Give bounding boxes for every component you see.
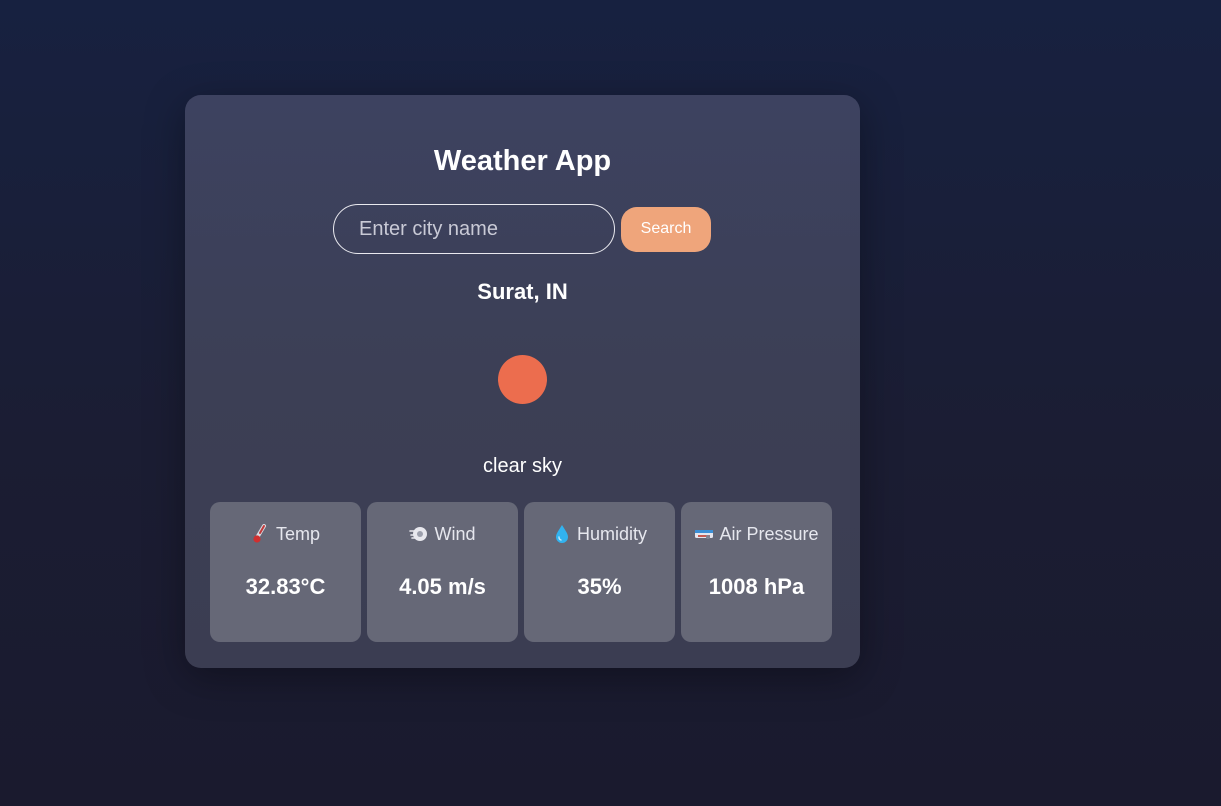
search-button[interactable]: Search	[621, 206, 711, 252]
stat-header: Temp	[210, 523, 361, 545]
sun-icon	[498, 355, 547, 404]
stat-label: Humidity	[576, 524, 647, 544]
thermometer-icon	[251, 524, 271, 544]
droplet-icon	[552, 524, 572, 544]
stat-value: 1008 hPa	[708, 574, 805, 599]
stat-label: Temp	[275, 524, 320, 544]
gauge-icon	[694, 524, 714, 544]
stat-header: Wind	[367, 523, 518, 545]
stat-header: Humidity	[524, 523, 675, 545]
stat-card-wind: Wind 4.05 m/s	[367, 502, 518, 642]
stat-label: Air Pressure	[719, 524, 819, 544]
location-name: Surat, IN	[477, 279, 568, 304]
wind-icon	[409, 524, 429, 544]
stat-value: 32.83°C	[245, 574, 326, 599]
city-search-input[interactable]	[333, 204, 615, 254]
stats-row: Temp 32.83°C Wind 4.05 m/s Humidity 35% …	[210, 502, 832, 642]
stat-card-humidity: Humidity 35%	[524, 502, 675, 642]
stat-header: Air Pressure	[681, 523, 832, 545]
search-bar: Search	[333, 204, 711, 254]
stat-value: 4.05 m/s	[399, 574, 486, 599]
stat-card-temp: Temp 32.83°C	[210, 502, 361, 642]
app-title: Weather App	[433, 145, 612, 177]
stat-value: 35%	[577, 574, 622, 599]
weather-card: Weather App Search Surat, IN clear sky T…	[185, 95, 860, 668]
stat-label: Wind	[434, 524, 476, 544]
weather-description: clear sky	[483, 455, 562, 477]
stat-card-air-pressure: Air Pressure 1008 hPa	[681, 502, 832, 642]
